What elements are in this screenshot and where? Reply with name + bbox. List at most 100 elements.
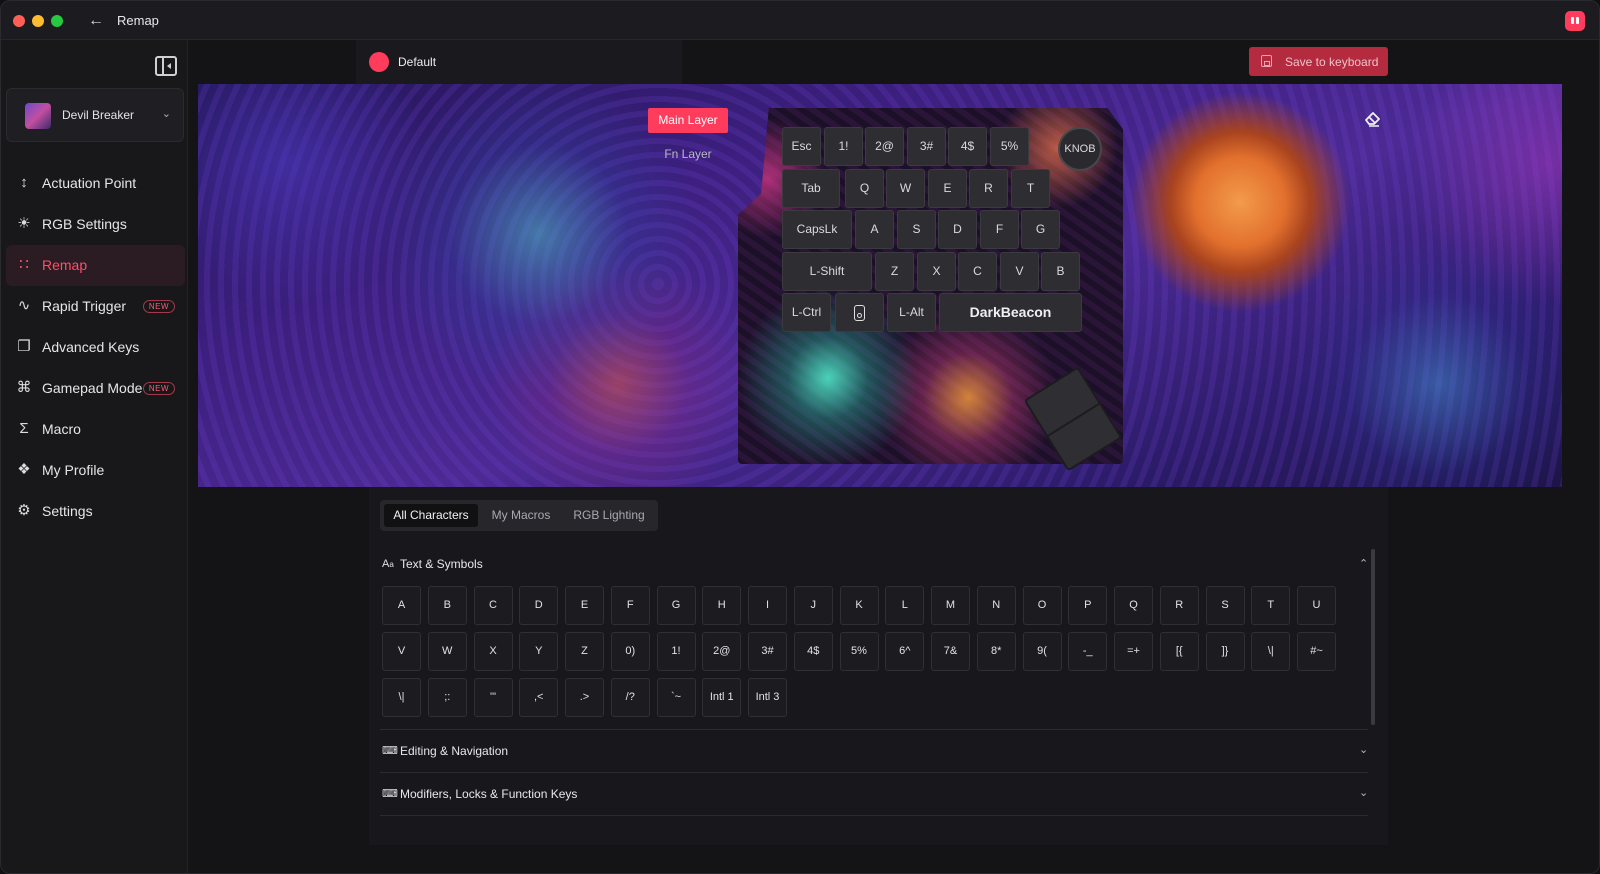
- character-key[interactable]: U: [1297, 586, 1336, 625]
- character-key[interactable]: /?: [610, 678, 650, 717]
- character-key[interactable]: '": [473, 678, 513, 717]
- character-key[interactable]: 2@: [702, 632, 742, 671]
- sidebar-item-my-profile[interactable]: ❖ My Profile: [6, 450, 185, 491]
- device-selector[interactable]: Devil Breaker ⌄: [6, 88, 184, 142]
- keyboard-key[interactable]: D: [938, 210, 977, 249]
- character-key[interactable]: G: [656, 586, 696, 625]
- keyboard-key[interactable]: A: [855, 210, 894, 249]
- character-key[interactable]: 3#: [748, 632, 787, 671]
- character-key[interactable]: L: [885, 586, 925, 625]
- key-gamepad-switch[interactable]: [835, 293, 884, 332]
- back-arrow-icon[interactable]: ←: [85, 10, 107, 32]
- keyboard-key[interactable]: 5%: [990, 127, 1029, 166]
- character-key[interactable]: ;:: [427, 678, 467, 717]
- close-window-button[interactable]: [13, 15, 25, 27]
- sidebar-item-advanced-keys[interactable]: ❐ Advanced Keys: [6, 327, 185, 368]
- keyboard-key[interactable]: C: [958, 252, 997, 291]
- keyboard-key[interactable]: DarkBeacon: [939, 293, 1082, 332]
- keyboard-key[interactable]: F: [980, 210, 1019, 249]
- character-key[interactable]: Z: [565, 632, 604, 671]
- character-key[interactable]: Q: [1114, 586, 1153, 625]
- save-to-keyboard-button[interactable]: Save to keyboard: [1249, 47, 1388, 76]
- sidebar-item-rgb-settings[interactable]: ☀ RGB Settings: [6, 204, 185, 245]
- character-key[interactable]: I: [748, 586, 787, 625]
- character-key[interactable]: W: [427, 632, 467, 671]
- character-key[interactable]: J: [793, 586, 833, 625]
- sidebar-item-macro[interactable]: Σ Macro: [6, 409, 185, 450]
- keyboard-key[interactable]: B: [1041, 252, 1080, 291]
- minimize-window-button[interactable]: [32, 15, 44, 27]
- character-key[interactable]: .>: [565, 678, 604, 717]
- picker-scrollbar[interactable]: [1371, 549, 1375, 725]
- keyboard-key[interactable]: 2@: [865, 127, 904, 166]
- character-key[interactable]: ]}: [1205, 632, 1245, 671]
- brand-logo-icon[interactable]: [1565, 11, 1585, 31]
- eraser-icon[interactable]: [1363, 108, 1383, 128]
- sidebar-item-actuation-point[interactable]: ↕ Actuation Point: [6, 163, 185, 204]
- character-key[interactable]: C: [473, 586, 513, 625]
- character-key[interactable]: A: [382, 586, 421, 625]
- chevron-down-icon[interactable]: ⌄: [1359, 786, 1368, 799]
- character-key[interactable]: #~: [1297, 632, 1336, 671]
- keyboard-key[interactable]: Tab: [782, 169, 840, 208]
- character-key[interactable]: E: [565, 586, 604, 625]
- tab-my-macros[interactable]: My Macros: [480, 504, 562, 527]
- character-key[interactable]: R: [1159, 586, 1199, 625]
- character-key[interactable]: K: [839, 586, 879, 625]
- character-key[interactable]: 4$: [793, 632, 833, 671]
- character-key[interactable]: S: [1205, 586, 1245, 625]
- character-key[interactable]: D: [519, 586, 559, 625]
- character-key[interactable]: 7&: [931, 632, 970, 671]
- keyboard-key[interactable]: L-Shift: [782, 252, 872, 291]
- character-key[interactable]: `~: [656, 678, 696, 717]
- character-key[interactable]: Intl 3: [748, 678, 787, 717]
- character-key[interactable]: V: [382, 632, 421, 671]
- character-key[interactable]: ,<: [519, 678, 559, 717]
- sidebar-item-remap[interactable]: ∷ Remap: [6, 245, 185, 286]
- character-key[interactable]: P: [1068, 586, 1108, 625]
- character-key[interactable]: T: [1251, 586, 1291, 625]
- keyboard-key[interactable]: W: [886, 169, 925, 208]
- keyboard-key[interactable]: L-Ctrl: [782, 293, 831, 332]
- character-key[interactable]: 6^: [885, 632, 925, 671]
- keyboard-key[interactable]: CapsLk: [782, 210, 852, 249]
- character-key[interactable]: 0): [610, 632, 650, 671]
- chevron-up-icon[interactable]: ⌃: [1359, 557, 1368, 570]
- character-key[interactable]: B: [427, 586, 467, 625]
- keyboard-key[interactable]: X: [917, 252, 956, 291]
- keyboard-key[interactable]: 1!: [824, 127, 863, 166]
- character-key[interactable]: F: [610, 586, 650, 625]
- keyboard-key[interactable]: T: [1011, 169, 1050, 208]
- character-key[interactable]: 9(: [1022, 632, 1062, 671]
- profile-tab[interactable]: Default: [356, 40, 682, 84]
- main-layer-button[interactable]: Main Layer: [648, 108, 728, 133]
- keyboard-key[interactable]: 3#: [907, 127, 946, 166]
- character-key[interactable]: Intl 1: [702, 678, 742, 717]
- chevron-down-icon[interactable]: ⌄: [1359, 743, 1368, 756]
- sidebar-item-gamepad-mode[interactable]: ⌘ Gamepad Mode NEW: [6, 368, 185, 409]
- sidebar-item-rapid-trigger[interactable]: ∿ Rapid Trigger NEW: [6, 286, 185, 327]
- character-key[interactable]: \|: [382, 678, 421, 717]
- character-key[interactable]: -_: [1068, 632, 1108, 671]
- character-key[interactable]: \|: [1251, 632, 1291, 671]
- keyboard-key[interactable]: R: [969, 169, 1008, 208]
- keyboard-key[interactable]: Q: [845, 169, 884, 208]
- maximize-window-button[interactable]: [51, 15, 63, 27]
- character-key[interactable]: H: [702, 586, 742, 625]
- character-key[interactable]: X: [473, 632, 513, 671]
- character-key[interactable]: [{: [1159, 632, 1199, 671]
- fn-layer-button[interactable]: Fn Layer: [648, 142, 728, 167]
- tab-all-characters[interactable]: All Characters: [384, 504, 478, 527]
- character-key[interactable]: 1!: [656, 632, 696, 671]
- keyboard-key[interactable]: V: [1000, 252, 1039, 291]
- character-key[interactable]: O: [1022, 586, 1062, 625]
- sidebar-collapse-icon[interactable]: [155, 56, 177, 76]
- keyboard-key[interactable]: L-Alt: [887, 293, 936, 332]
- keyboard-key[interactable]: E: [928, 169, 967, 208]
- character-key[interactable]: 5%: [839, 632, 879, 671]
- keyboard-key[interactable]: Esc: [782, 127, 821, 166]
- keyboard-key[interactable]: Z: [875, 252, 914, 291]
- character-key[interactable]: =+: [1114, 632, 1153, 671]
- character-key[interactable]: 8*: [976, 632, 1016, 671]
- character-key[interactable]: N: [976, 586, 1016, 625]
